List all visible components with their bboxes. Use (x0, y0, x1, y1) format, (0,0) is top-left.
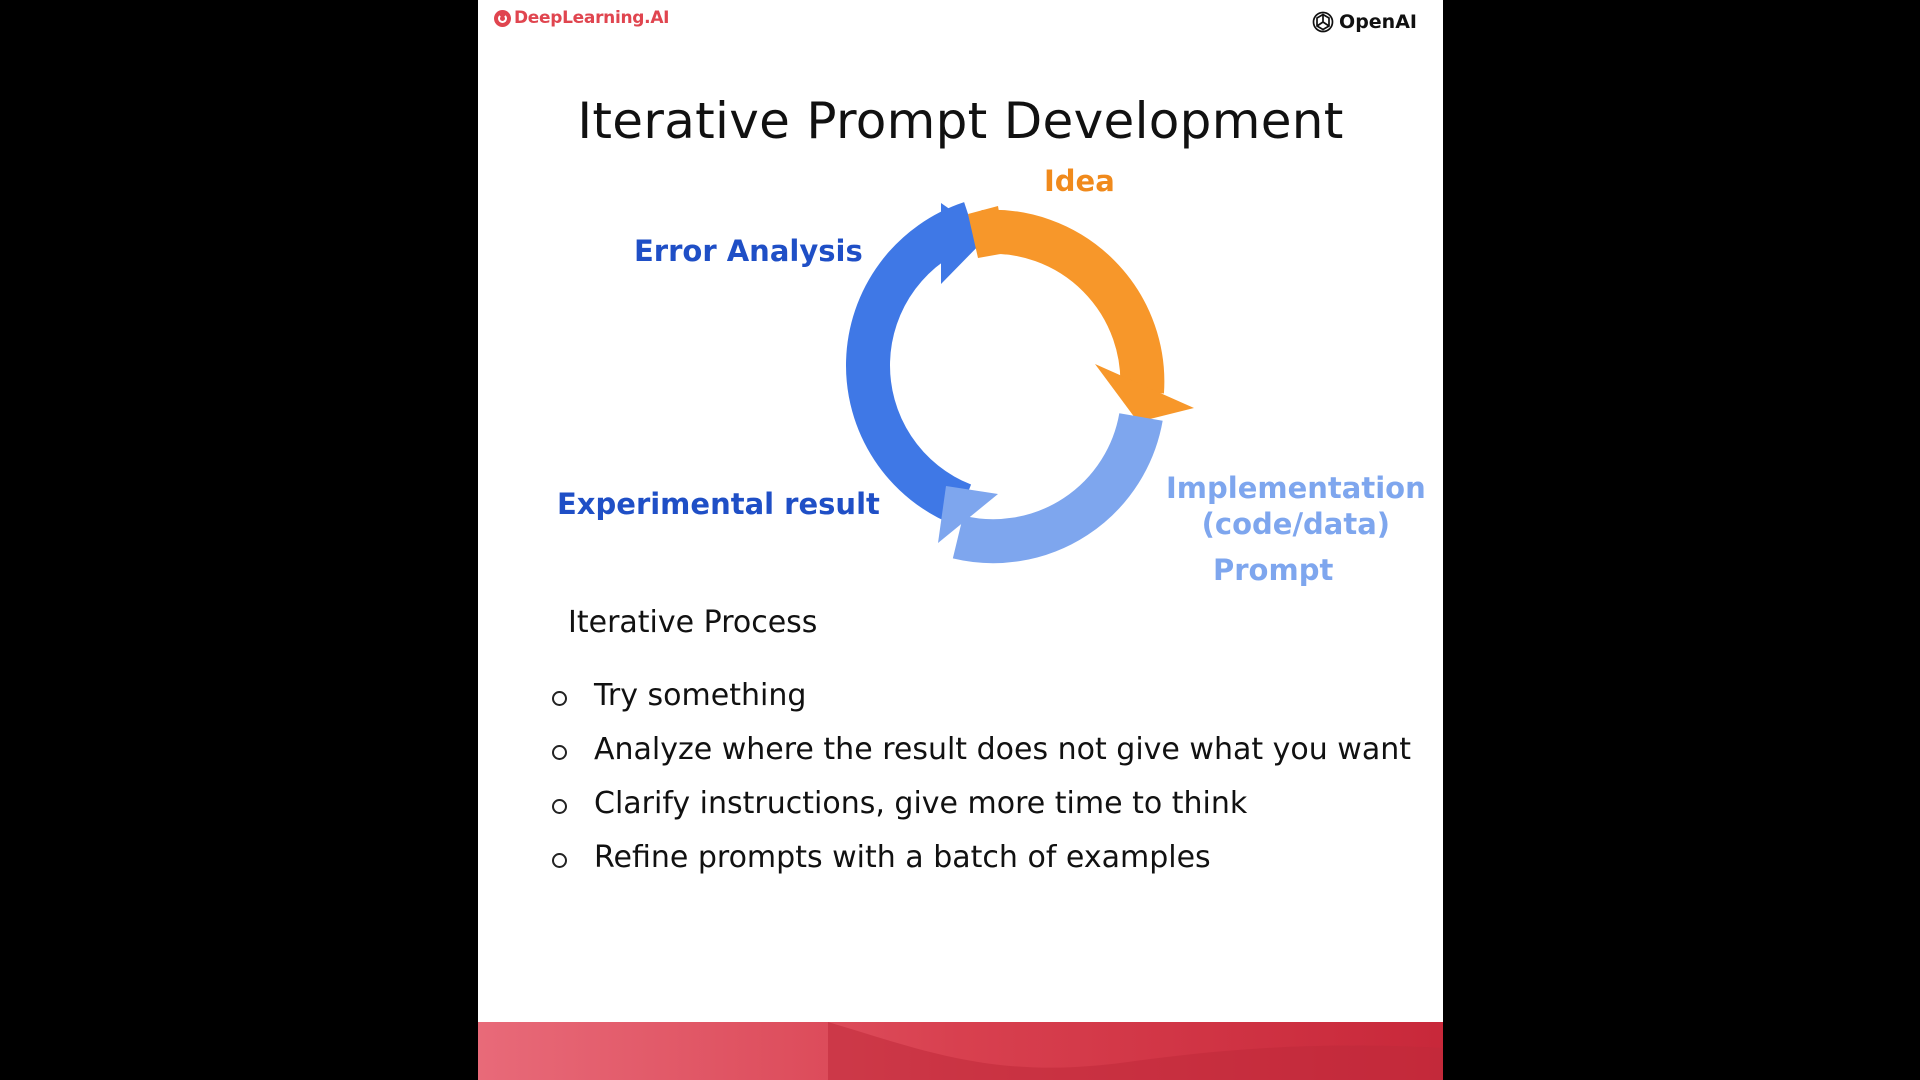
list-item-text: Analyze where the result does not give w… (594, 731, 1412, 767)
process-list: Try something Analyze where the result d… (552, 668, 1411, 884)
list-item: Clarify instructions, give more time to … (552, 776, 1411, 830)
diagram-label-implementation-line2: (code/data) (1201, 507, 1391, 541)
bullet-circle-icon (552, 744, 567, 760)
slide: DeepLearning.AI OpenAI Iterative Prompt … (478, 0, 1443, 1080)
process-title: Iterative Process (568, 605, 818, 640)
list-item-text: Try something (594, 677, 807, 713)
diagram-label-idea: Idea (1044, 164, 1115, 198)
list-item: Analyze where the result does not give w… (552, 722, 1411, 776)
list-item: Try something (552, 668, 1411, 722)
diagram-label-implementation: Implementation (code/data) (1166, 470, 1426, 542)
video-frame: DeepLearning.AI OpenAI Iterative Prompt … (0, 0, 1920, 1080)
diagram-label-experimental-result: Experimental result (557, 487, 880, 521)
bullet-circle-icon (552, 690, 567, 706)
diagram-label-prompt: Prompt (1213, 553, 1334, 587)
list-item-text: Clarify instructions, give more time to … (594, 785, 1248, 821)
bullet-circle-icon (552, 798, 567, 814)
cycle-arrow-idea (981, 209, 1165, 394)
bullet-circle-icon (552, 852, 567, 868)
footer-band (478, 1022, 1443, 1080)
list-item-text: Refine prompts with a batch of examples (594, 839, 1211, 875)
diagram-label-error-analysis: Error Analysis (634, 234, 863, 268)
diagram-label-implementation-line1: Implementation (1166, 471, 1426, 505)
cycle-arrow-implementation (952, 412, 1163, 564)
list-item: Refine prompts with a batch of examples (552, 830, 1411, 884)
